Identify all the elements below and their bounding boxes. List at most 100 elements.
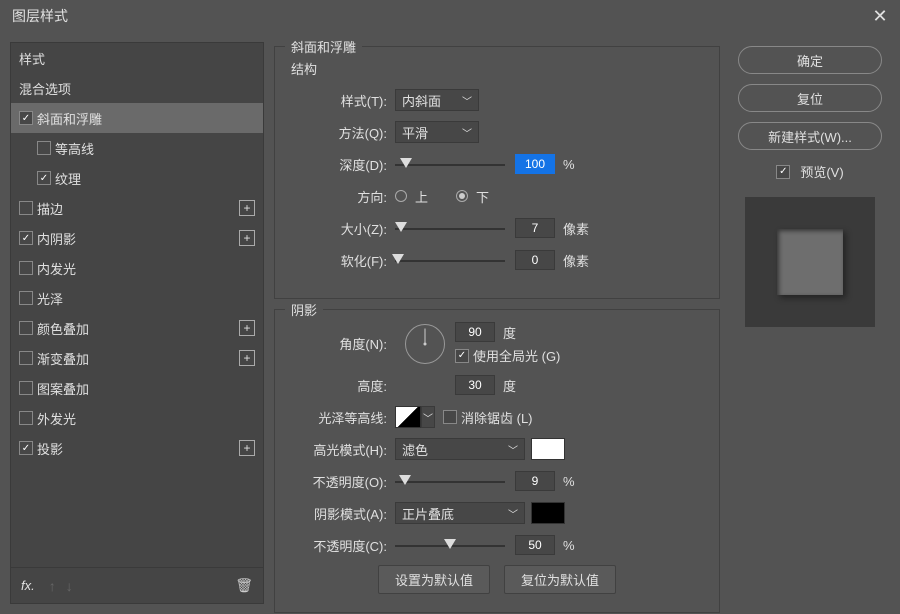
soften-slider[interactable]	[395, 252, 505, 268]
action-panel: 确定 复位 新建样式(W)... 预览(V)	[730, 42, 890, 604]
checkbox-stroke[interactable]	[19, 201, 33, 215]
add-color-overlay-icon[interactable]: +	[239, 320, 255, 336]
global-light-checkbox[interactable]	[455, 349, 469, 363]
depth-label: 深度(D):	[287, 155, 395, 174]
checkbox-satin[interactable]	[19, 291, 33, 305]
preview-swatch	[777, 229, 843, 295]
styles-header[interactable]: 样式	[11, 43, 263, 73]
highlight-color-swatch[interactable]	[531, 438, 565, 460]
blending-options[interactable]: 混合选项	[11, 73, 263, 103]
shadow-color-swatch[interactable]	[531, 502, 565, 524]
style-label: 样式(T):	[287, 91, 395, 110]
add-gradient-overlay-icon[interactable]: +	[239, 350, 255, 366]
styles-footer: fx. ↑ ↓ 🗑	[11, 567, 263, 603]
settings-panel: 斜面和浮雕 结构 样式(T): 内斜面﹀ 方法(Q): 平滑﹀ 深度(D): %	[274, 42, 720, 604]
effect-satin[interactable]: 光泽	[11, 283, 263, 313]
technique-label: 方法(Q):	[287, 123, 395, 142]
effect-color-overlay[interactable]: 颜色叠加 +	[11, 313, 263, 343]
checkbox-bevel[interactable]	[19, 111, 33, 125]
checkbox-drop-shadow[interactable]	[19, 441, 33, 455]
size-slider[interactable]	[395, 220, 505, 236]
soften-unit: 像素	[563, 251, 589, 270]
shadow-opacity-input[interactable]	[515, 535, 555, 555]
add-stroke-icon[interactable]: +	[239, 200, 255, 216]
effect-stroke[interactable]: 描边 +	[11, 193, 263, 223]
effect-inner-glow[interactable]: 内发光	[11, 253, 263, 283]
direction-down-radio[interactable]	[456, 190, 468, 202]
add-drop-shadow-icon[interactable]: +	[239, 440, 255, 456]
shading-title: 阴影	[285, 300, 323, 319]
reset-default-button[interactable]: 复位为默认值	[504, 565, 616, 594]
highlight-mode-label: 高光模式(H):	[287, 440, 395, 459]
trash-icon[interactable]: 🗑	[235, 577, 253, 594]
soften-label: 软化(F):	[287, 251, 395, 270]
checkbox-gradient-overlay[interactable]	[19, 351, 33, 365]
technique-select[interactable]: 平滑﹀	[395, 121, 479, 143]
effect-outer-glow[interactable]: 外发光	[11, 403, 263, 433]
shading-fieldset: 阴影 角度(N): 度 使用全局光 (G)	[274, 309, 720, 613]
shadow-opacity-slider[interactable]	[395, 537, 505, 553]
effect-texture[interactable]: 纹理	[11, 163, 263, 193]
angle-unit: 度	[503, 323, 516, 342]
soften-input[interactable]	[515, 250, 555, 270]
size-label: 大小(Z):	[287, 219, 395, 238]
checkbox-inner-shadow[interactable]	[19, 231, 33, 245]
chevron-down-icon: ﹀	[508, 442, 518, 457]
direction-up-radio[interactable]	[395, 190, 407, 202]
close-icon: ✕	[872, 6, 887, 27]
shadow-mode-select[interactable]: 正片叠底﹀	[395, 502, 525, 524]
gloss-contour-dropdown[interactable]: ﹀	[421, 406, 435, 428]
structure-title: 结构	[291, 59, 707, 78]
effect-drop-shadow[interactable]: 投影 +	[11, 433, 263, 463]
ok-button[interactable]: 确定	[738, 46, 882, 74]
highlight-mode-select[interactable]: 滤色﹀	[395, 438, 525, 460]
effect-gradient-overlay[interactable]: 渐变叠加 +	[11, 343, 263, 373]
altitude-unit: 度	[503, 376, 516, 395]
structure-fieldset: 斜面和浮雕 结构 样式(T): 内斜面﹀ 方法(Q): 平滑﹀ 深度(D): %	[274, 46, 720, 299]
angle-input[interactable]	[455, 322, 495, 342]
size-unit: 像素	[563, 219, 589, 238]
depth-input[interactable]	[515, 154, 555, 174]
checkbox-inner-glow[interactable]	[19, 261, 33, 275]
checkbox-pattern-overlay[interactable]	[19, 381, 33, 395]
layer-style-dialog: 图层样式 ✕ 样式 混合选项 斜面和浮雕 等高线 纹理	[0, 0, 900, 614]
preview-checkbox[interactable]	[776, 165, 790, 179]
styles-panel: 样式 混合选项 斜面和浮雕 等高线 纹理 描边 +	[10, 42, 264, 604]
highlight-opacity-slider[interactable]	[395, 473, 505, 489]
dialog-body: 样式 混合选项 斜面和浮雕 等高线 纹理 描边 +	[0, 32, 900, 614]
depth-unit: %	[563, 157, 575, 172]
gloss-contour-swatch[interactable]	[395, 406, 421, 428]
section-title: 斜面和浮雕	[285, 37, 362, 56]
checkbox-color-overlay[interactable]	[19, 321, 33, 335]
effect-contour[interactable]: 等高线	[11, 133, 263, 163]
antialias-checkbox[interactable]	[443, 410, 457, 424]
style-select[interactable]: 内斜面﹀	[395, 89, 479, 111]
close-button[interactable]: ✕	[860, 0, 900, 32]
size-input[interactable]	[515, 218, 555, 238]
altitude-input[interactable]	[455, 375, 495, 395]
angle-label: 角度(N):	[287, 334, 395, 353]
effect-bevel[interactable]: 斜面和浮雕	[11, 103, 263, 133]
new-style-button[interactable]: 新建样式(W)...	[738, 122, 882, 150]
gloss-contour-label: 光泽等高线:	[287, 408, 395, 427]
altitude-label: 高度:	[287, 376, 395, 395]
preview-checkbox-row[interactable]: 预览(V)	[776, 162, 843, 181]
effect-inner-shadow[interactable]: 内阴影 +	[11, 223, 263, 253]
checkbox-texture[interactable]	[37, 171, 51, 185]
shadow-opacity-label: 不透明度(C):	[287, 536, 395, 555]
cancel-button[interactable]: 复位	[738, 84, 882, 112]
chevron-down-icon: ﹀	[508, 506, 518, 521]
effect-pattern-overlay[interactable]: 图案叠加	[11, 373, 263, 403]
checkbox-contour[interactable]	[37, 141, 51, 155]
fx-menu[interactable]: fx.	[21, 578, 35, 593]
angle-dial[interactable]	[405, 324, 445, 364]
shadow-mode-label: 阴影模式(A):	[287, 504, 395, 523]
move-down-icon[interactable]: ↓	[66, 578, 73, 594]
chevron-down-icon: ﹀	[462, 93, 472, 108]
move-up-icon[interactable]: ↑	[49, 578, 56, 594]
depth-slider[interactable]	[395, 156, 505, 172]
checkbox-outer-glow[interactable]	[19, 411, 33, 425]
highlight-opacity-input[interactable]	[515, 471, 555, 491]
add-inner-shadow-icon[interactable]: +	[239, 230, 255, 246]
make-default-button[interactable]: 设置为默认值	[378, 565, 490, 594]
